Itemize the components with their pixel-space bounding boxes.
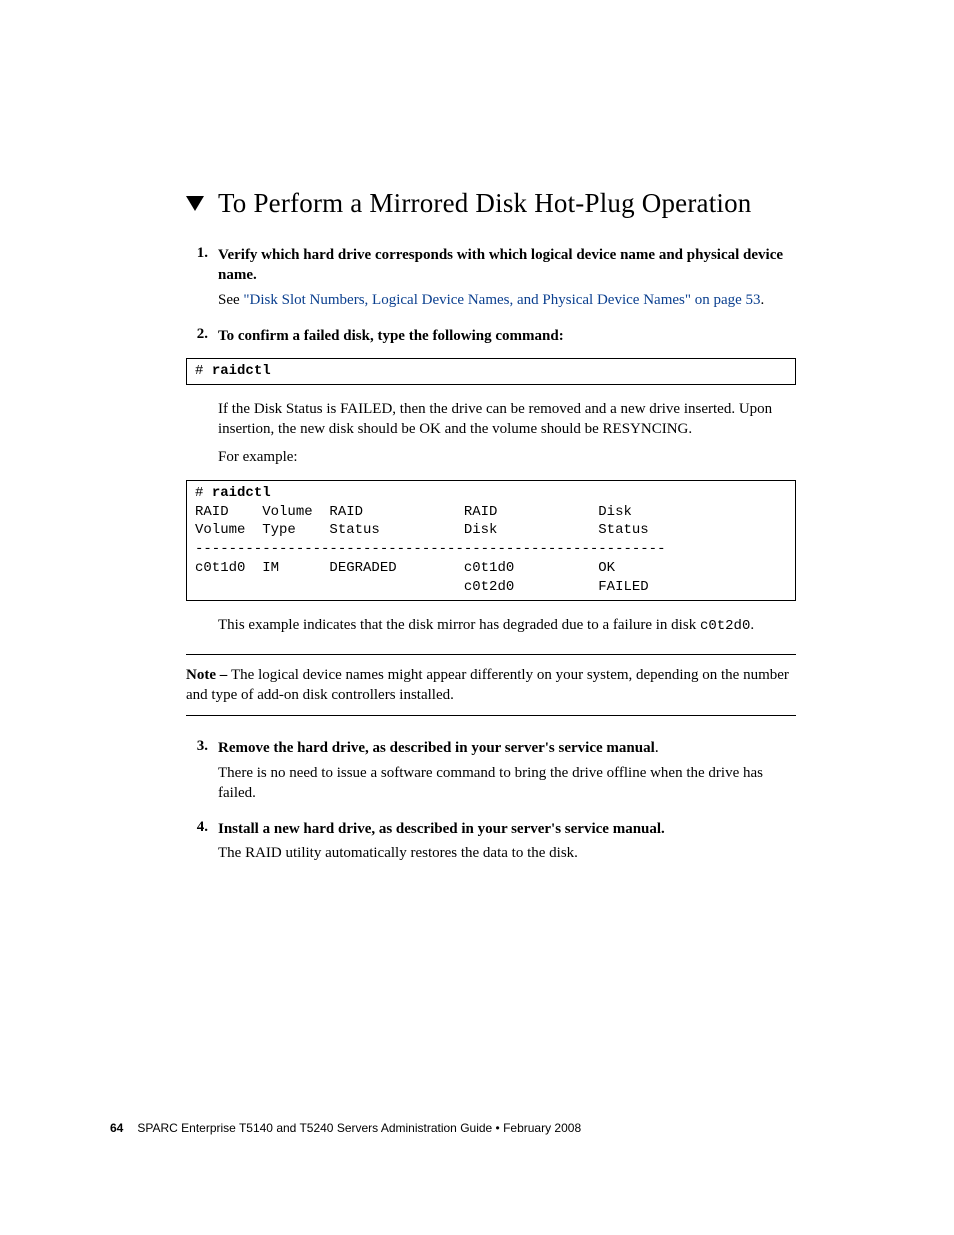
step-number: 3.	[186, 738, 208, 803]
step-title-line: Remove the hard drive, as described in y…	[218, 738, 796, 758]
step-para: See "Disk Slot Numbers, Logical Device N…	[218, 290, 796, 310]
note-block: Note – The logical device names might ap…	[186, 654, 796, 717]
step-2: 2. To confirm a failed disk, type the fo…	[186, 326, 796, 346]
step-3: 3. Remove the hard drive, as described i…	[186, 738, 796, 803]
inline-code: c0t2d0	[700, 618, 750, 634]
note-label: Note –	[186, 667, 231, 683]
section-heading: To Perform a Mirrored Disk Hot-Plug Oper…	[186, 188, 796, 219]
ordered-steps-cont: 3. Remove the hard drive, as described i…	[186, 738, 796, 863]
paragraph: For example:	[218, 447, 796, 467]
post-code2-text: This example indicates that the disk mir…	[218, 615, 796, 636]
ordered-steps: 1. Verify which hard drive corresponds w…	[186, 245, 796, 346]
step-title: Verify which hard drive corresponds with…	[218, 245, 796, 286]
page-footer: 64 SPARC Enterprise T5140 and T5240 Serv…	[110, 1121, 581, 1135]
step-1: 1. Verify which hard drive corresponds w…	[186, 245, 796, 310]
text: .	[750, 617, 754, 633]
step-number: 4.	[186, 819, 208, 864]
text: This example indicates that the disk mir…	[218, 617, 700, 633]
step-number: 2.	[186, 326, 208, 346]
post-code-text: If the Disk Status is FAILED, then the d…	[218, 399, 796, 468]
period: .	[655, 739, 659, 756]
step-title: To confirm a failed disk, type the follo…	[218, 326, 796, 346]
code-block-1: # raidctl	[186, 358, 796, 385]
paragraph: If the Disk Status is FAILED, then the d…	[218, 399, 796, 440]
page-number: 64	[110, 1121, 123, 1135]
heading-text: To Perform a Mirrored Disk Hot-Plug Oper…	[218, 188, 752, 219]
page-content: To Perform a Mirrored Disk Hot-Plug Oper…	[186, 188, 796, 870]
step-number: 1.	[186, 245, 208, 310]
paragraph: This example indicates that the disk mir…	[218, 615, 796, 636]
step-title: Remove the hard drive, as described in y…	[218, 740, 655, 756]
prompt: #	[195, 485, 212, 501]
step-4: 4. Install a new hard drive, as describe…	[186, 819, 796, 864]
command: raidctl	[212, 485, 271, 501]
command: raidctl	[212, 363, 271, 379]
footer-text: SPARC Enterprise T5140 and T5240 Servers…	[137, 1121, 581, 1135]
step-body: Install a new hard drive, as described i…	[218, 819, 796, 864]
code-block-2: # raidctl RAID Volume RAID RAID Disk Vol…	[186, 480, 796, 601]
note-body: The logical device names might appear di…	[186, 667, 789, 703]
see-prefix: See	[218, 292, 243, 308]
step-para: There is no need to issue a software com…	[218, 763, 796, 804]
code-output: RAID Volume RAID RAID Disk Volume Type S…	[195, 504, 665, 596]
step-para: The RAID utility automatically restores …	[218, 843, 796, 863]
down-triangle-icon	[186, 196, 204, 211]
step-body: Remove the hard drive, as described in y…	[218, 738, 796, 803]
prompt: #	[195, 363, 212, 379]
xref-link[interactable]: "Disk Slot Numbers, Logical Device Names…	[243, 292, 760, 308]
step-body: Verify which hard drive corresponds with…	[218, 245, 796, 310]
period: .	[761, 292, 765, 308]
step-title: Install a new hard drive, as described i…	[218, 819, 796, 839]
step-body: To confirm a failed disk, type the follo…	[218, 326, 796, 346]
